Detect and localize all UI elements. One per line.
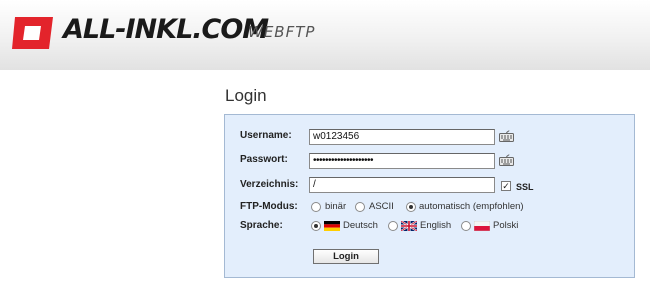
directory-label: Verzeichnis: (240, 179, 299, 190)
header: ALL-INKL.COM WEBFTP (0, 0, 650, 70)
password-field[interactable]: •••••••••••••••••••• (309, 153, 495, 169)
language-label: Sprache: (240, 220, 283, 231)
language-polish-radio[interactable] (461, 221, 471, 231)
language-english-label: English (420, 220, 452, 231)
login-button[interactable]: Login (313, 249, 379, 264)
de-flag-icon (324, 221, 340, 231)
directory-field[interactable]: / (309, 177, 495, 193)
ssl-checkbox[interactable]: ✓ (501, 181, 511, 191)
page-title: Login (225, 86, 267, 105)
language-english-radio[interactable] (388, 221, 398, 231)
language-german-radio[interactable] (311, 221, 321, 231)
logo-subtitle: WEBFTP (248, 23, 316, 41)
logo-text: ALL-INKL.COM (63, 14, 269, 45)
ftp-mode-auto-label: automatisch (empfohlen) (419, 201, 524, 212)
logo-icon (12, 17, 53, 49)
uk-flag-icon (401, 221, 417, 231)
pl-flag-icon (474, 221, 490, 231)
ssl-label: SSL (516, 182, 534, 192)
ftp-mode-binary-label: binär (325, 201, 347, 212)
language-polish-label: Polski (493, 220, 519, 231)
language-german-label: Deutsch (343, 220, 378, 231)
password-label: Passwort: (240, 154, 288, 165)
virtual-keyboard-icon[interactable] (499, 154, 514, 167)
ftp-mode-label: FTP-Modus: (240, 201, 298, 212)
login-form: Username: w0123456 Passwort: •••••••••••… (224, 114, 635, 278)
ftp-mode-auto-radio[interactable] (406, 202, 416, 212)
ftp-mode-binary-radio[interactable] (311, 202, 321, 212)
ftp-mode-ascii-radio[interactable] (355, 202, 365, 212)
username-label: Username: (240, 130, 292, 141)
username-field[interactable]: w0123456 (309, 129, 495, 145)
ftp-mode-ascii-label: ASCII (369, 201, 394, 212)
virtual-keyboard-icon[interactable] (499, 130, 514, 143)
